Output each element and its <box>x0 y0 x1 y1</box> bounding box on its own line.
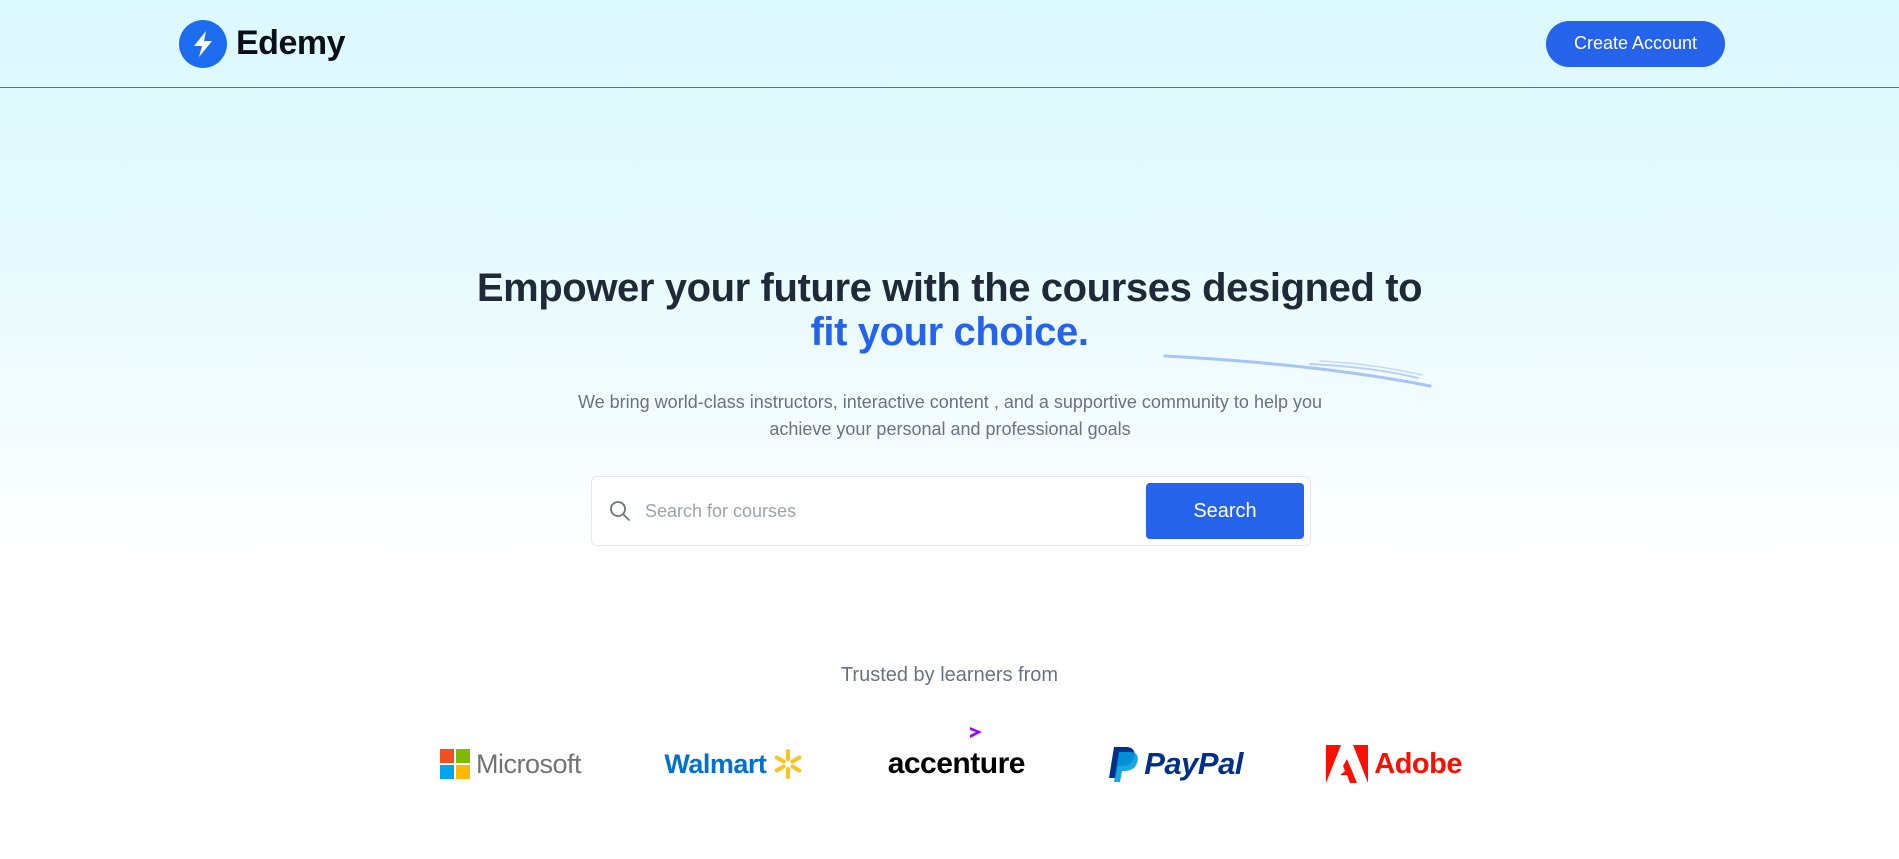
search-icon <box>608 499 632 523</box>
paypal-logo: PayPal <box>1108 740 1243 788</box>
lightning-bolt-icon <box>179 19 227 68</box>
search-bar: Search <box>591 476 1311 546</box>
accenture-logo: accenture <box>887 727 1026 788</box>
headline-accent: fit your choice. <box>810 310 1089 354</box>
accenture-chevron-icon <box>969 727 982 738</box>
create-account-button[interactable]: Create Account <box>1546 20 1725 67</box>
underline-swoosh-decoration <box>1163 354 1432 388</box>
paypal-p-icon <box>1109 747 1139 782</box>
walmart-wordmark: Walmart <box>664 748 767 779</box>
brand-logo-link[interactable]: Edemy <box>179 19 346 68</box>
walmart-logo: Walmart <box>664 740 804 788</box>
walmart-spark-icon <box>775 749 802 779</box>
microsoft-logo: Microsoft <box>440 740 582 788</box>
navbar: Edemy Create Account <box>0 0 1899 88</box>
search-button[interactable]: Search <box>1146 483 1304 539</box>
search-input[interactable] <box>645 483 1146 539</box>
adobe-logo: Adobe <box>1326 740 1462 788</box>
brand-name: Edemy <box>236 24 346 62</box>
hero-subtitle: We bring world-class instructors, intera… <box>577 392 1322 439</box>
headline-line1: Empower your future with the courses des… <box>476 266 1423 310</box>
paypal-wordmark: PayPal <box>1144 746 1243 781</box>
hero-headline: Empower your future with the courses des… <box>0 266 1899 354</box>
trusted-label: Trusted by learners from <box>840 664 1059 686</box>
microsoft-wordmark: Microsoft <box>476 748 582 779</box>
accenture-wordmark: accenture <box>887 747 1026 780</box>
microsoft-windows-icon <box>440 749 470 779</box>
company-logos: Microsoft Walmart accenture PayPal Adobe <box>440 727 1462 788</box>
adobe-wordmark: Adobe <box>1374 747 1462 780</box>
adobe-a-icon <box>1326 745 1369 783</box>
